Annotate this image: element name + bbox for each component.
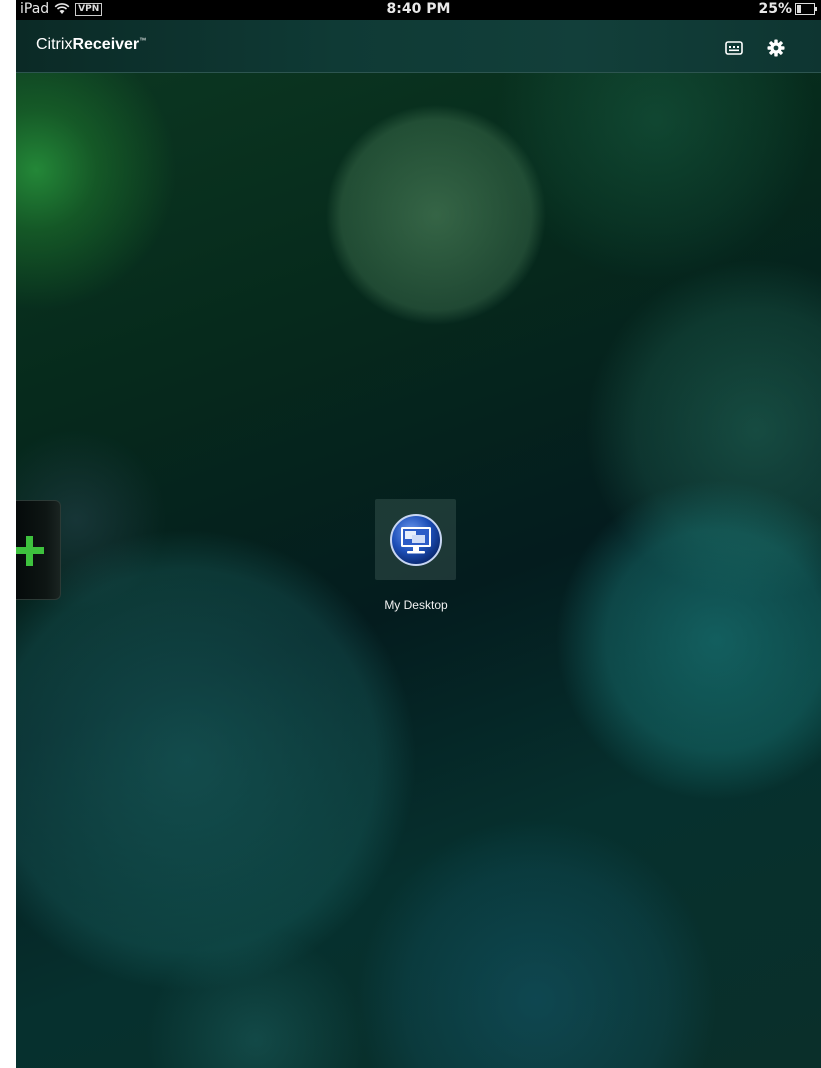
my-desktop-label[interactable]: My Desktop — [336, 598, 496, 612]
app-header: CitrixReceiver™ — [16, 20, 821, 73]
gear-icon[interactable] — [766, 38, 786, 58]
battery-percent: 25% — [758, 1, 792, 17]
status-time: 8:40 PM — [386, 1, 451, 17]
add-app-tab[interactable] — [16, 500, 61, 600]
brand-receiver: Receiver — [72, 36, 140, 53]
battery-icon — [795, 3, 817, 15]
status-bar: iPad VPN 8:40 PM 25% — [16, 0, 821, 20]
brand-trademark: ™ — [139, 37, 147, 45]
keyboard-icon[interactable] — [724, 38, 744, 58]
brand-citrix: Citrix — [36, 36, 73, 53]
desktop-monitor-icon — [390, 514, 442, 566]
app-screen: iPad VPN 8:40 PM 25% CitrixReceiver™ My … — [16, 0, 821, 1068]
plus-icon — [16, 536, 44, 566]
brand-logo: CitrixReceiver™ — [36, 36, 146, 54]
my-desktop-tile[interactable] — [375, 499, 456, 580]
